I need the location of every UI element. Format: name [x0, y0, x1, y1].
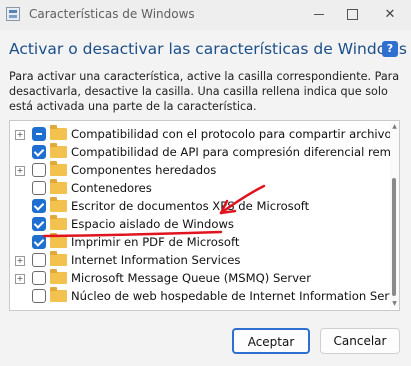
folder-icon	[50, 233, 67, 248]
window-title: Características de Windows	[29, 7, 195, 21]
folder-icon	[50, 125, 67, 140]
feature-checkbox[interactable]	[32, 235, 46, 249]
feature-item[interactable]: Núcleo de web hospedable de Internet Inf…	[10, 287, 399, 305]
feature-checkbox[interactable]	[32, 289, 46, 303]
feature-label: Microsoft Message Queue (MSMQ) Server	[71, 271, 311, 285]
feature-checkbox[interactable]	[32, 163, 46, 177]
folder-icon	[50, 161, 67, 176]
feature-label: Compatibilidad de API para compresión di…	[71, 145, 400, 159]
feature-label: Componentes heredados	[71, 163, 217, 177]
feature-item[interactable]: Contenedores	[10, 179, 390, 197]
feature-item[interactable]: Compatibilidad de API para compresión di…	[10, 143, 399, 161]
folder-icon	[50, 215, 67, 230]
feature-item[interactable]: + Microsoft Message Queue (MSMQ) Server	[10, 269, 390, 287]
instructions-text: Para activar una característica, active …	[9, 70, 400, 113]
maximize-button[interactable]	[335, 3, 369, 27]
scrollbar-thumb[interactable]	[392, 178, 396, 296]
folder-icon	[50, 143, 67, 158]
scroll-up-arrow-icon[interactable]: ▲	[390, 122, 399, 132]
close-button[interactable]: ✕	[373, 3, 407, 27]
feature-label: Núcleo de web hospedable de Internet Inf…	[71, 289, 400, 303]
expand-icon[interactable]: +	[15, 256, 25, 266]
page-title: Activar o desactivar las características…	[9, 40, 407, 58]
feature-item-windows-sandbox[interactable]: Espacio aislado de Windows	[10, 215, 390, 233]
expand-icon[interactable]: +	[15, 130, 25, 140]
feature-label: Espacio aislado de Windows	[71, 217, 234, 231]
vertical-scrollbar[interactable]: ▲ ▼	[390, 122, 399, 309]
folder-icon	[50, 287, 67, 302]
accept-button[interactable]: Aceptar	[232, 328, 310, 354]
features-tree[interactable]: + Compatibilidad con el protocolo para c…	[9, 120, 400, 311]
feature-item[interactable]: Imprimir en PDF de Microsoft	[10, 233, 390, 251]
feature-checkbox[interactable]	[32, 253, 46, 267]
minimize-icon	[314, 14, 324, 15]
feature-label: Imprimir en PDF de Microsoft	[71, 235, 240, 249]
feature-item[interactable]: + Internet Information Services	[10, 251, 390, 269]
expand-icon[interactable]: +	[15, 166, 25, 176]
feature-checkbox[interactable]	[32, 145, 46, 159]
folder-icon	[50, 269, 67, 284]
feature-label: Internet Information Services	[71, 253, 241, 267]
feature-checkbox[interactable]	[32, 217, 46, 231]
feature-item[interactable]: Escritor de documentos XPS de Microsoft	[10, 197, 390, 215]
feature-label: Compatibilidad con el protocolo para com…	[71, 127, 399, 141]
folder-icon	[50, 197, 67, 212]
folder-icon	[50, 179, 67, 194]
folder-icon	[50, 251, 67, 266]
close-icon: ✕	[384, 7, 396, 22]
feature-checkbox[interactable]	[32, 199, 46, 213]
feature-label: Contenedores	[71, 181, 152, 195]
scroll-down-arrow-icon[interactable]: ▼	[390, 299, 399, 309]
feature-checkbox[interactable]	[32, 181, 46, 195]
cancel-button[interactable]: Cancelar	[320, 328, 400, 354]
maximize-icon	[346, 9, 358, 20]
help-icon[interactable]: ?	[382, 41, 398, 57]
feature-item[interactable]: + Componentes heredados	[10, 161, 390, 179]
feature-checkbox[interactable]	[32, 127, 46, 141]
feature-checkbox[interactable]	[32, 271, 46, 285]
feature-item[interactable]: + Compatibilidad con el protocolo para c…	[10, 125, 399, 143]
window-features-app-icon	[6, 7, 20, 21]
title-bar: Características de Windows ✕	[0, 0, 411, 30]
expand-icon[interactable]: +	[15, 274, 25, 284]
minimize-button[interactable]	[302, 3, 336, 27]
feature-label: Escritor de documentos XPS de Microsoft	[71, 199, 310, 213]
